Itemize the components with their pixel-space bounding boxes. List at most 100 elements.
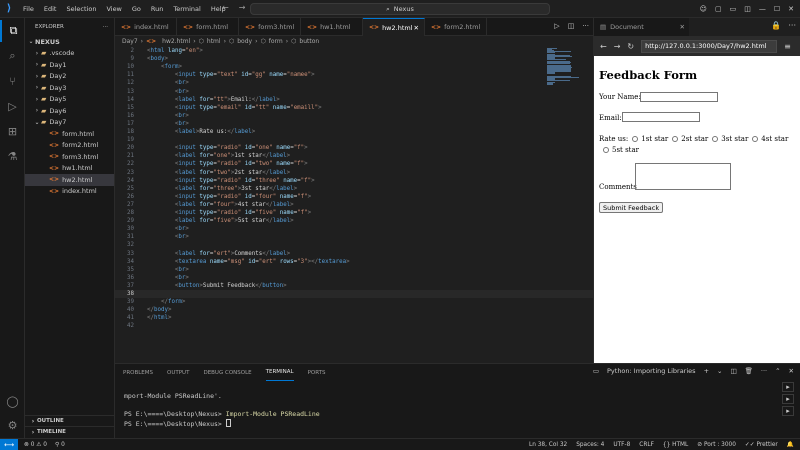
code-line[interactable]: 27 <label for="four">4st star</label> <box>115 201 593 209</box>
code-line[interactable]: 2 <html lang="en"> <box>115 47 593 55</box>
breadcrumb-item[interactable]: hw2.html <box>162 38 190 45</box>
code-line[interactable]: 9 <body> <box>115 55 593 63</box>
email-input[interactable] <box>622 112 700 122</box>
panel-tab-debug-console[interactable]: DEBUG CONSOLE <box>203 364 251 381</box>
menu-item-terminal[interactable]: Terminal <box>168 5 205 13</box>
tree-item[interactable]: › ▰ Day2 <box>25 71 114 83</box>
menu-item-view[interactable]: View <box>101 5 126 13</box>
preview-tab[interactable]: ▤ Document ✕ <box>594 18 689 36</box>
forward-arrow-icon[interactable]: → <box>614 42 621 51</box>
breadcrumb-item[interactable]: Day7 <box>122 38 138 45</box>
maximize-icon[interactable]: ☐ <box>774 5 780 13</box>
terminal-instance-icon[interactable]: ▸ <box>782 382 794 392</box>
tree-item[interactable]: › ▰ .vscode <box>25 48 114 60</box>
code-line[interactable]: 35 <br> <box>115 266 593 274</box>
code-line[interactable]: 39 </form> <box>115 298 593 306</box>
back-arrow-icon[interactable]: ← <box>600 42 607 51</box>
code-line[interactable]: 20 <input type="radio" id="one" name="f"… <box>115 144 593 152</box>
lock-icon[interactable]: 🔒 <box>771 21 781 30</box>
account-icon[interactable]: ◯ <box>0 390 25 412</box>
tree-item[interactable]: <> form.html <box>25 128 114 140</box>
run-icon[interactable]: ▷ <box>554 22 559 30</box>
code-line[interactable]: 24 <input type="radio" id="three" name="… <box>115 177 593 185</box>
panel-tab-output[interactable]: OUTPUT <box>167 364 189 381</box>
close-panel-icon[interactable]: ✕ <box>789 367 794 375</box>
code-line[interactable]: 17 <br> <box>115 120 593 128</box>
split-terminal-icon[interactable]: ◫ <box>730 367 736 375</box>
editor-tab[interactable]: <> form2.html <box>425 18 487 36</box>
breadcrumb-item[interactable]: html <box>207 38 221 45</box>
language-mode[interactable]: {} HTML <box>663 442 688 448</box>
encoding[interactable]: UTF-8 <box>613 442 630 448</box>
code-line[interactable]: 11 <input type="text" id="gg" name="name… <box>115 71 593 79</box>
code-line[interactable]: 28 <input type="radio" id="five" name="f… <box>115 209 593 217</box>
comments-textarea[interactable] <box>635 163 731 190</box>
run-debug-icon[interactable]: ▷ <box>0 95 25 117</box>
testing-icon[interactable]: ⚗ <box>0 145 25 167</box>
code-line[interactable]: 31 <br> <box>115 233 593 241</box>
code-line[interactable]: 19 <box>115 136 593 144</box>
tree-item[interactable]: › ▰ Day6 <box>25 105 114 117</box>
ports-status[interactable]: ⚲ 0 <box>55 442 65 448</box>
more-actions-icon[interactable]: ··· <box>761 367 767 375</box>
panel-tab-ports[interactable]: PORTS <box>308 364 326 381</box>
cursor-position[interactable]: Ln 38, Col 32 <box>529 442 567 448</box>
extensions-icon[interactable]: ⊞ <box>0 120 25 142</box>
menu-item-go[interactable]: Go <box>127 5 146 13</box>
code-line[interactable]: 18 <label>Rate us:</label> <box>115 128 593 136</box>
split-editor-icon[interactable]: ◫ <box>568 22 575 30</box>
command-center[interactable]: ⌕ Nexus <box>250 3 550 15</box>
trash-icon[interactable]: 🗑 <box>745 367 753 375</box>
more-actions-icon[interactable]: ··· <box>103 24 108 30</box>
code-line[interactable]: 15 <input type="email" id="tt" name="ema… <box>115 104 593 112</box>
timeline-section[interactable]: › TIMELINE <box>25 426 115 437</box>
submit-feedback-button[interactable]: Submit Feedback <box>599 202 664 213</box>
minimap[interactable] <box>545 48 585 88</box>
menu-item-selection[interactable]: Selection <box>61 5 101 13</box>
toggle-sidebar-icon[interactable]: ▢ <box>715 5 722 13</box>
settings-gear-icon[interactable]: ⚙ <box>0 414 25 436</box>
panel-tab-terminal[interactable]: TERMINAL <box>265 364 294 381</box>
code-line[interactable]: 21 <label for="one">1st star</label> <box>115 152 593 160</box>
more-actions-icon[interactable]: ··· <box>582 22 589 30</box>
code-line[interactable]: 42 <box>115 322 593 330</box>
code-line[interactable]: 22 <input type="radio" id="two" name="f"… <box>115 160 593 168</box>
code-line[interactable]: 32 <box>115 241 593 249</box>
editor-tab[interactable]: <> form.html <box>177 18 239 36</box>
editor-tab[interactable]: <> hw2.html ✕ <box>363 18 425 36</box>
code-line[interactable]: 16 <br> <box>115 112 593 120</box>
search-view-icon[interactable]: ⌕ <box>0 45 25 67</box>
outline-section[interactable]: › OUTLINE <box>25 415 115 426</box>
menu-item-edit[interactable]: Edit <box>39 5 62 13</box>
chevron-down-icon[interactable]: ⌄ <box>717 367 722 375</box>
indentation[interactable]: Spaces: 4 <box>576 442 604 448</box>
code-line[interactable]: 29 <label for="five">5st star</label> <box>115 217 593 225</box>
code-line[interactable]: 37 <button>Submit Feedback</button> <box>115 282 593 290</box>
code-line[interactable]: 23 <label for="two">2st star</label> <box>115 169 593 177</box>
code-line[interactable]: 25 <label for="three">3st star</label> <box>115 185 593 193</box>
star-radio[interactable] <box>603 147 609 153</box>
tree-item[interactable]: <> form3.html <box>25 151 114 163</box>
source-control-icon[interactable]: ⑂ <box>0 70 25 92</box>
tree-root[interactable]: ⌄ NEXUS <box>25 36 114 48</box>
code-line[interactable]: 12 <br> <box>115 79 593 87</box>
code-line[interactable]: 41 </html> <box>115 314 593 322</box>
address-input[interactable]: http://127.0.0.1:3000/Day7/hw2.html <box>641 39 778 53</box>
star-radio[interactable] <box>632 136 639 142</box>
breadcrumb-item[interactable]: form <box>269 38 283 45</box>
editor-tab[interactable]: <> hw1.html <box>301 18 363 36</box>
star-radio[interactable] <box>672 136 679 142</box>
star-radio[interactable] <box>752 136 759 142</box>
reload-icon[interactable]: ↻ <box>627 42 634 51</box>
terminal-name[interactable]: Python: Importing Libraries <box>607 367 696 375</box>
explorer-icon[interactable]: ⧉ <box>0 20 25 42</box>
terminal-instance-icon[interactable]: ▸ <box>782 406 794 416</box>
close-icon[interactable]: ✕ <box>788 5 794 13</box>
name-input[interactable] <box>640 92 718 102</box>
copilot-icon[interactable]: ☺ <box>700 5 707 13</box>
new-terminal-icon[interactable]: + <box>704 367 709 375</box>
close-tab-icon[interactable]: ✕ <box>680 23 685 31</box>
editor-tab[interactable]: <> index.html <box>115 18 177 36</box>
menu-item-run[interactable]: Run <box>146 5 168 13</box>
tree-item[interactable]: <> hw1.html <box>25 163 114 175</box>
